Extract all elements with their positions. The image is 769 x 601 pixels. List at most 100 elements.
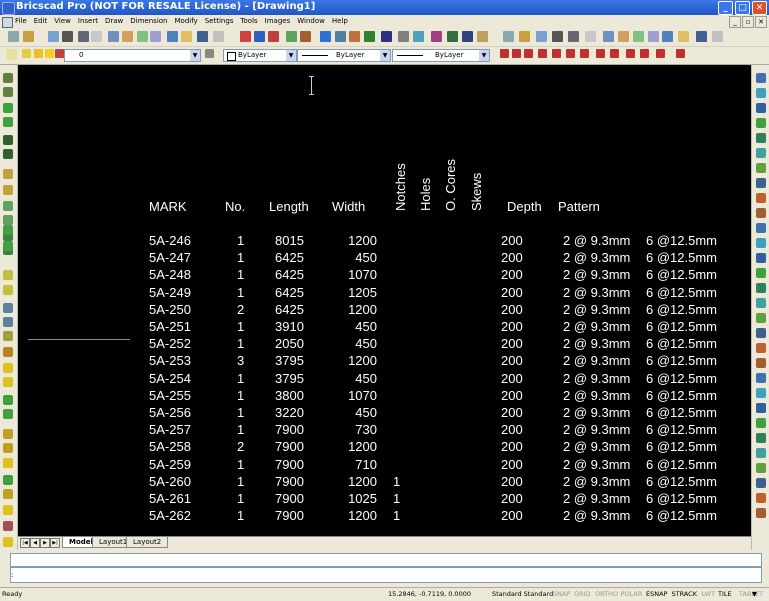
area-icon[interactable] [462, 31, 473, 42]
save-icon[interactable] [536, 31, 547, 42]
mtext-icon[interactable] [3, 241, 13, 251]
scale-icon[interactable] [756, 163, 766, 173]
rotate-icon[interactable] [756, 148, 766, 158]
layer-previous-icon[interactable] [205, 49, 214, 58]
cut-icon[interactable] [585, 31, 596, 42]
copy-entity-icon[interactable] [756, 88, 766, 98]
redraw-icon[interactable] [254, 31, 265, 42]
document-icon[interactable] [2, 17, 13, 28]
snap-none-icon[interactable] [640, 49, 649, 58]
edit-spline-icon[interactable] [756, 328, 766, 338]
next-tab-button[interactable]: ▶ [40, 538, 50, 548]
spline-icon[interactable] [3, 149, 13, 159]
lock-icon[interactable] [45, 49, 54, 58]
explode-icon[interactable] [756, 283, 766, 293]
match-icon[interactable] [633, 31, 644, 42]
stretch-icon[interactable] [756, 178, 766, 188]
copy-icon[interactable] [108, 31, 119, 42]
prev-tab-button[interactable]: ◀ [30, 538, 40, 548]
open-icon[interactable] [519, 31, 530, 42]
open-icon[interactable] [23, 31, 34, 42]
point-icon[interactable] [3, 185, 13, 195]
first-tab-button[interactable]: |◀ [20, 538, 30, 548]
status-lwt[interactable]: LWT [702, 588, 715, 601]
match-prop-icon[interactable] [756, 448, 766, 458]
lineweight-dropdown[interactable]: ByLayer ▼ [392, 49, 490, 62]
lightbulb-icon[interactable] [22, 49, 31, 58]
status-menu-icon[interactable]: ▼ [752, 588, 757, 601]
layer-match-icon[interactable] [3, 347, 13, 357]
text-style-icon[interactable] [3, 270, 13, 280]
menu-insert[interactable]: Insert [78, 17, 98, 25]
join-icon[interactable] [756, 238, 766, 248]
copy-icon[interactable] [603, 31, 614, 42]
status-tile[interactable]: TILE [718, 588, 732, 601]
extend-icon[interactable] [756, 208, 766, 218]
trim-icon[interactable] [756, 193, 766, 203]
layer-unlock-icon[interactable] [3, 409, 13, 419]
snap-apparent-icon[interactable] [656, 49, 665, 58]
break-icon[interactable] [756, 223, 766, 233]
new-icon[interactable] [8, 31, 19, 42]
snap-midpoint-icon[interactable] [512, 49, 521, 58]
design-center-icon[interactable] [398, 31, 409, 42]
regen-icon[interactable] [268, 31, 279, 42]
layer-on-icon[interactable] [3, 489, 13, 499]
region-icon[interactable] [3, 215, 13, 225]
menu-window[interactable]: Window [297, 17, 325, 25]
menu-images[interactable]: Images [265, 17, 291, 25]
doc-restore-button[interactable]: ▫ [742, 16, 754, 28]
color-square-icon[interactable] [55, 49, 64, 58]
layer-icon[interactable] [320, 31, 331, 42]
material-icon[interactable] [3, 537, 13, 547]
snap-tangent-icon[interactable] [566, 49, 575, 58]
menu-file[interactable]: File [15, 17, 27, 25]
paste-icon[interactable] [122, 31, 133, 42]
dist-icon[interactable] [477, 31, 488, 42]
drawing-canvas[interactable]: MARK No. Length Width Notches Holes O. C… [18, 65, 751, 536]
measure-icon[interactable] [447, 31, 458, 42]
layer-manager-icon[interactable] [6, 49, 17, 60]
app-icon[interactable] [2, 2, 15, 15]
copy-clip-icon[interactable] [756, 463, 766, 473]
polyline-icon[interactable] [3, 135, 13, 145]
layer-delete-icon[interactable] [3, 458, 13, 468]
lengthen-icon[interactable] [756, 373, 766, 383]
new-icon[interactable] [503, 31, 514, 42]
audit-icon[interactable] [756, 508, 766, 518]
close-button[interactable]: ✕ [752, 1, 767, 15]
layer-lock-icon[interactable] [3, 395, 13, 405]
layer-tool-icon[interactable] [3, 505, 13, 515]
zoom-window-icon[interactable] [712, 31, 723, 42]
menu-modify[interactable]: Modify [175, 17, 198, 25]
menu-edit[interactable]: Edit [34, 17, 48, 25]
last-tab-button[interactable]: ▶| [50, 538, 60, 548]
status-snap[interactable]: SNAP [553, 588, 570, 601]
print-icon[interactable] [552, 31, 563, 42]
save-icon[interactable] [48, 31, 59, 42]
paste-icon[interactable] [618, 31, 629, 42]
status-polar[interactable]: POLAR [621, 588, 643, 601]
status-grid[interactable]: GRID [574, 588, 590, 601]
menu-help[interactable]: Help [332, 17, 348, 25]
color-dropdown[interactable]: ByLayer ▼ [223, 49, 297, 62]
align-icon[interactable] [756, 388, 766, 398]
layer-off-icon[interactable] [3, 377, 13, 387]
menu-settings[interactable]: Settings [205, 17, 234, 25]
move-icon[interactable] [756, 73, 766, 83]
dimension-icon[interactable] [3, 285, 13, 295]
redo-icon[interactable] [167, 31, 178, 42]
zoom-icon[interactable] [696, 31, 707, 42]
maximize-button[interactable]: □ [735, 1, 750, 15]
arc-icon[interactable] [3, 87, 13, 97]
zoom-icon[interactable] [197, 31, 208, 42]
help-icon[interactable] [431, 31, 442, 42]
ellipse-icon[interactable] [3, 117, 13, 127]
cut-icon[interactable] [91, 31, 102, 42]
paste-spec-icon[interactable] [756, 478, 766, 488]
minimize-button[interactable]: _ [718, 1, 733, 15]
snap-clear-icon[interactable] [676, 49, 685, 58]
pan-icon[interactable] [678, 31, 689, 42]
print-preview-icon[interactable] [568, 31, 579, 42]
layer-isolate-icon[interactable] [3, 429, 13, 439]
